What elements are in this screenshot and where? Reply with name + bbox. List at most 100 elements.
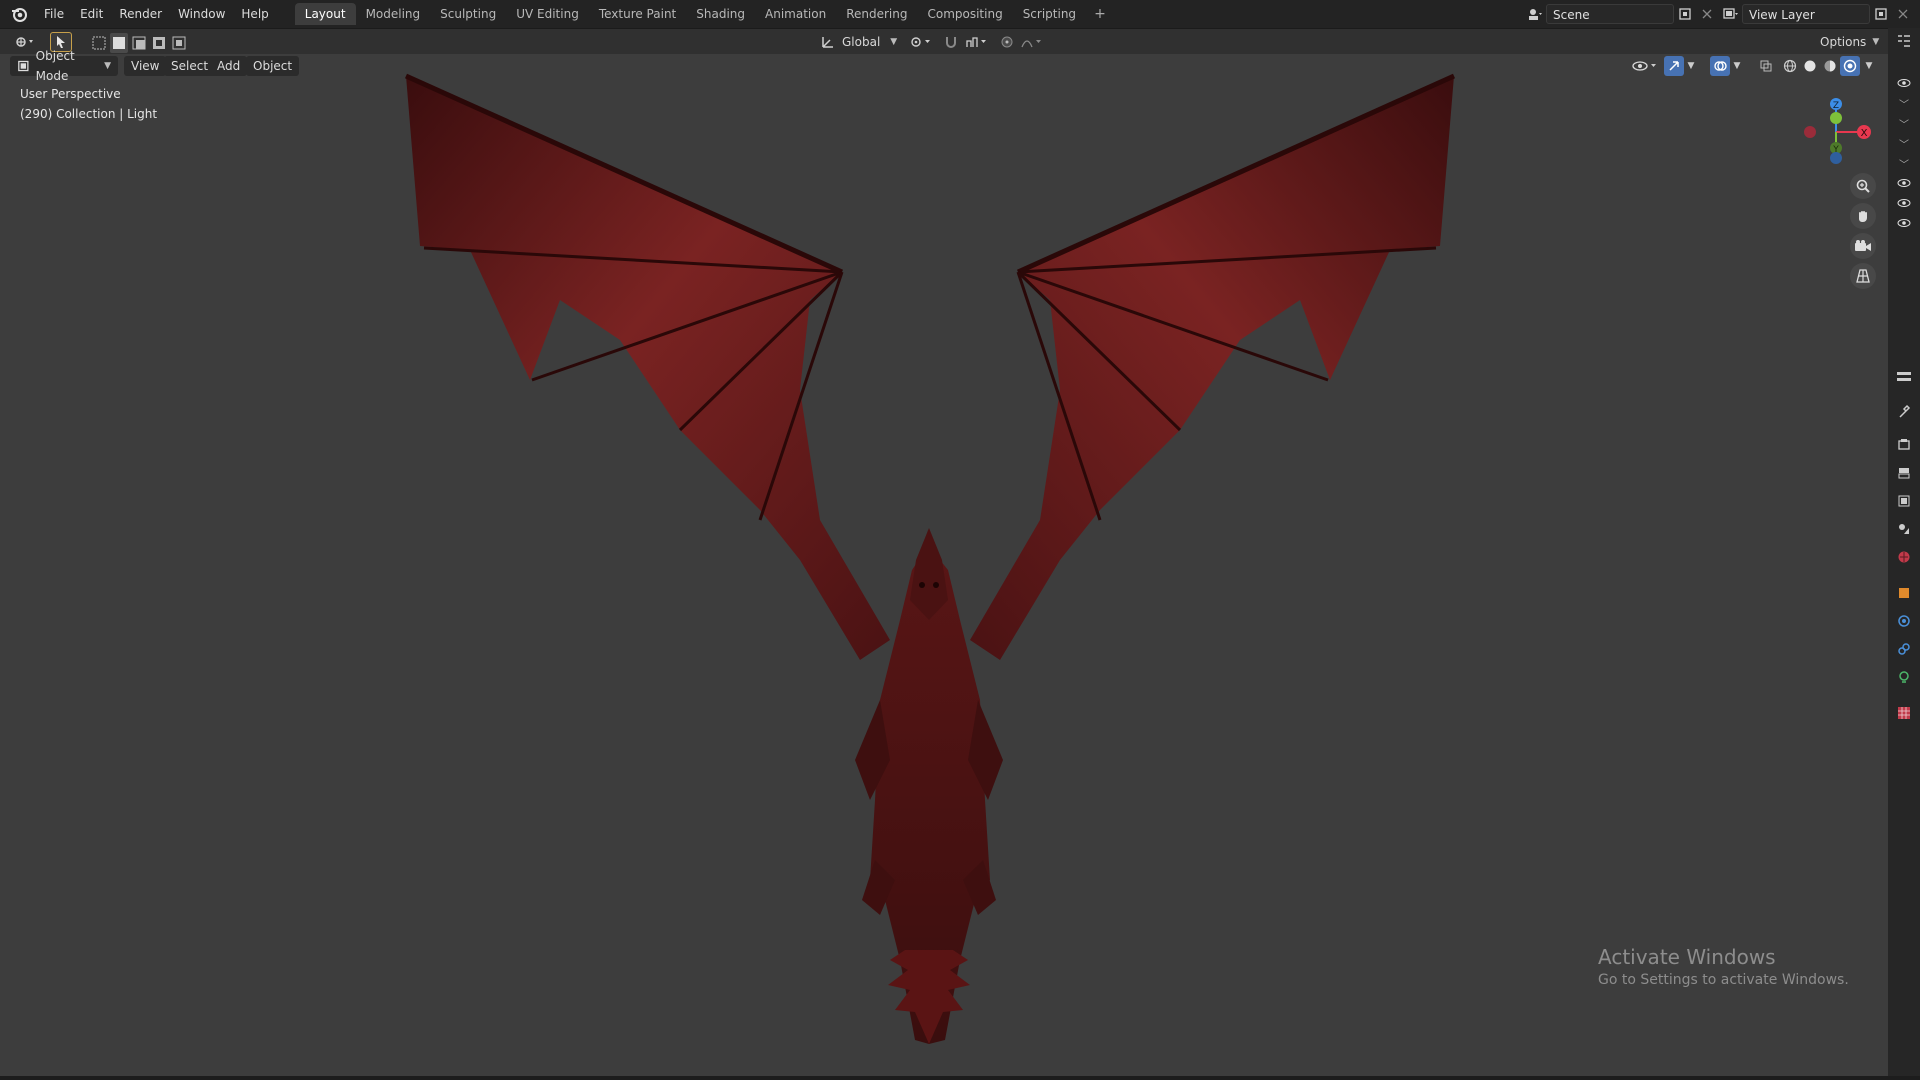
world-properties-icon[interactable]: [1895, 548, 1913, 566]
gizmo-toggle-icon[interactable]: [1664, 56, 1684, 76]
shading-dropdown-icon[interactable]: ▼: [1862, 56, 1876, 76]
menu-help[interactable]: Help: [233, 3, 276, 25]
menu-edit[interactable]: Edit: [72, 3, 111, 25]
wireframe-shading-icon[interactable]: [1780, 56, 1800, 76]
select-subtract-icon[interactable]: [130, 33, 148, 53]
snap-target-icon[interactable]: [962, 32, 992, 52]
view-menu[interactable]: View: [124, 56, 167, 76]
gizmo-dropdown-icon[interactable]: ▼: [1684, 56, 1698, 76]
eye-icon[interactable]: [1895, 74, 1913, 92]
tab-shading[interactable]: Shading: [686, 3, 755, 25]
tab-compositing[interactable]: Compositing: [917, 3, 1012, 25]
orientation-label: Global: [842, 35, 881, 49]
new-view-layer-icon[interactable]: [1870, 4, 1892, 24]
transform-orientation[interactable]: Global ▼: [820, 32, 897, 52]
collapse-chevron-icon[interactable]: ﹀: [1895, 94, 1913, 112]
chevron-down-icon: ▼: [1872, 37, 1880, 47]
object-properties-icon[interactable]: [1895, 584, 1913, 602]
overlays-toggle-icon[interactable]: [1710, 56, 1730, 76]
rendered-shading-icon[interactable]: [1840, 56, 1860, 76]
viewport-header: Object Mode ▼ View Select Add Object ▼ ▼…: [0, 49, 1888, 83]
tab-layout[interactable]: Layout: [294, 3, 356, 25]
constraint-properties-icon[interactable]: [1895, 640, 1913, 658]
overlays-dropdown-icon[interactable]: ▼: [1730, 56, 1744, 76]
dragon-model: [404, 73, 1456, 1044]
add-menu[interactable]: Add: [210, 56, 248, 76]
light-data-icon[interactable]: [1895, 668, 1913, 686]
tab-sculpting[interactable]: Sculpting: [430, 3, 506, 25]
tab-animation[interactable]: Animation: [755, 3, 836, 25]
tab-modeling[interactable]: Modeling: [356, 3, 431, 25]
solid-shading-icon[interactable]: [1800, 56, 1820, 76]
scene-properties-icon[interactable]: [1895, 520, 1913, 538]
add-workspace-button[interactable]: +: [1086, 6, 1114, 22]
outliner-icon[interactable]: [1895, 32, 1913, 50]
select-invert-icon[interactable]: [150, 33, 168, 53]
select-extend-icon[interactable]: [110, 33, 128, 53]
collapse-chevron-icon[interactable]: ﹀: [1895, 154, 1913, 172]
gizmo-y-label: Y: [1832, 145, 1839, 155]
navigation-gizmo[interactable]: Z X Y: [1796, 92, 1876, 172]
falloff-icon[interactable]: [1018, 32, 1046, 52]
close-view-layer-icon[interactable]: [1892, 4, 1914, 24]
menu-render[interactable]: Render: [111, 3, 170, 25]
menu-window[interactable]: Window: [170, 3, 233, 25]
options-label: Options: [1820, 35, 1867, 49]
pan-hand-icon[interactable]: [1850, 203, 1876, 229]
output-properties-icon[interactable]: [1895, 464, 1913, 482]
snap-toggle-icon[interactable]: [940, 32, 962, 52]
3d-viewport[interactable]: User Perspective (290) Collection | Ligh…: [0, 54, 1888, 1076]
eye-icon[interactable]: [1895, 214, 1913, 232]
options-dropdown[interactable]: Options ▼: [1814, 32, 1885, 52]
chevron-down-icon: ▼: [104, 61, 111, 71]
scene-icon[interactable]: [1524, 4, 1546, 24]
chevron-down-icon: ▼: [890, 37, 898, 47]
gizmo-x-label: X: [1861, 128, 1868, 139]
material-shading-icon[interactable]: [1820, 56, 1840, 76]
view-layer-icon[interactable]: [1720, 4, 1742, 24]
collapse-chevron-icon[interactable]: ﹀: [1895, 134, 1913, 152]
status-bar: [0, 1076, 1920, 1080]
tab-rendering[interactable]: Rendering: [836, 3, 917, 25]
orientation-icon: [822, 37, 833, 48]
blender-logo-icon[interactable]: [8, 3, 30, 25]
view-layer-properties-icon[interactable]: [1895, 492, 1913, 510]
perspective-grid-icon[interactable]: [1850, 263, 1876, 289]
render-properties-icon[interactable]: [1895, 436, 1913, 454]
xray-toggle-icon[interactable]: [1756, 56, 1776, 76]
scene-name-field[interactable]: Scene: [1546, 4, 1674, 24]
tool-header: Global ▼ Options ▼: [0, 28, 1920, 55]
tab-texture-paint[interactable]: Texture Paint: [589, 3, 686, 25]
object-menu[interactable]: Object: [246, 56, 300, 76]
close-scene-icon[interactable]: [1696, 4, 1718, 24]
proportional-edit-icon[interactable]: [996, 32, 1018, 52]
tab-scripting[interactable]: Scripting: [1013, 3, 1086, 25]
visibility-icon[interactable]: [1630, 56, 1660, 76]
scene-selector: Scene: [1524, 3, 1718, 25]
tab-uv-editing[interactable]: UV Editing: [506, 3, 589, 25]
select-intersect-icon[interactable]: [170, 33, 188, 53]
collapse-chevron-icon[interactable]: ﹀: [1895, 114, 1913, 132]
camera-icon[interactable]: [1850, 233, 1876, 259]
physics-properties-icon[interactable]: [1895, 612, 1913, 630]
tool-properties-icon[interactable]: [1895, 402, 1913, 420]
new-scene-icon[interactable]: [1674, 4, 1696, 24]
workspace-tabs: Layout Modeling Sculpting UV Editing Tex…: [294, 3, 1114, 25]
pivot-point-icon[interactable]: [905, 32, 937, 52]
activate-windows-title: Activate Windows: [1598, 945, 1776, 969]
viewport-collection-label: (290) Collection | Light: [20, 107, 158, 121]
gizmo-z-label: Z: [1833, 101, 1839, 111]
texture-properties-icon[interactable]: [1895, 704, 1913, 722]
eye-icon[interactable]: [1895, 194, 1913, 212]
eye-icon[interactable]: [1895, 174, 1913, 192]
viewport-perspective-label: User Perspective: [20, 87, 121, 101]
select-menu[interactable]: Select: [164, 56, 216, 76]
view-layer-selector: View Layer: [1720, 3, 1914, 25]
view-layer-field[interactable]: View Layer: [1742, 4, 1870, 24]
object-mode-label: Object Mode: [35, 49, 75, 83]
zoom-icon[interactable]: [1850, 173, 1876, 199]
menu-file[interactable]: File: [36, 3, 72, 25]
object-mode-dropdown[interactable]: Object Mode ▼: [10, 49, 118, 83]
properties-editor-icon[interactable]: [1895, 368, 1913, 386]
object-mode-icon: [18, 60, 29, 72]
